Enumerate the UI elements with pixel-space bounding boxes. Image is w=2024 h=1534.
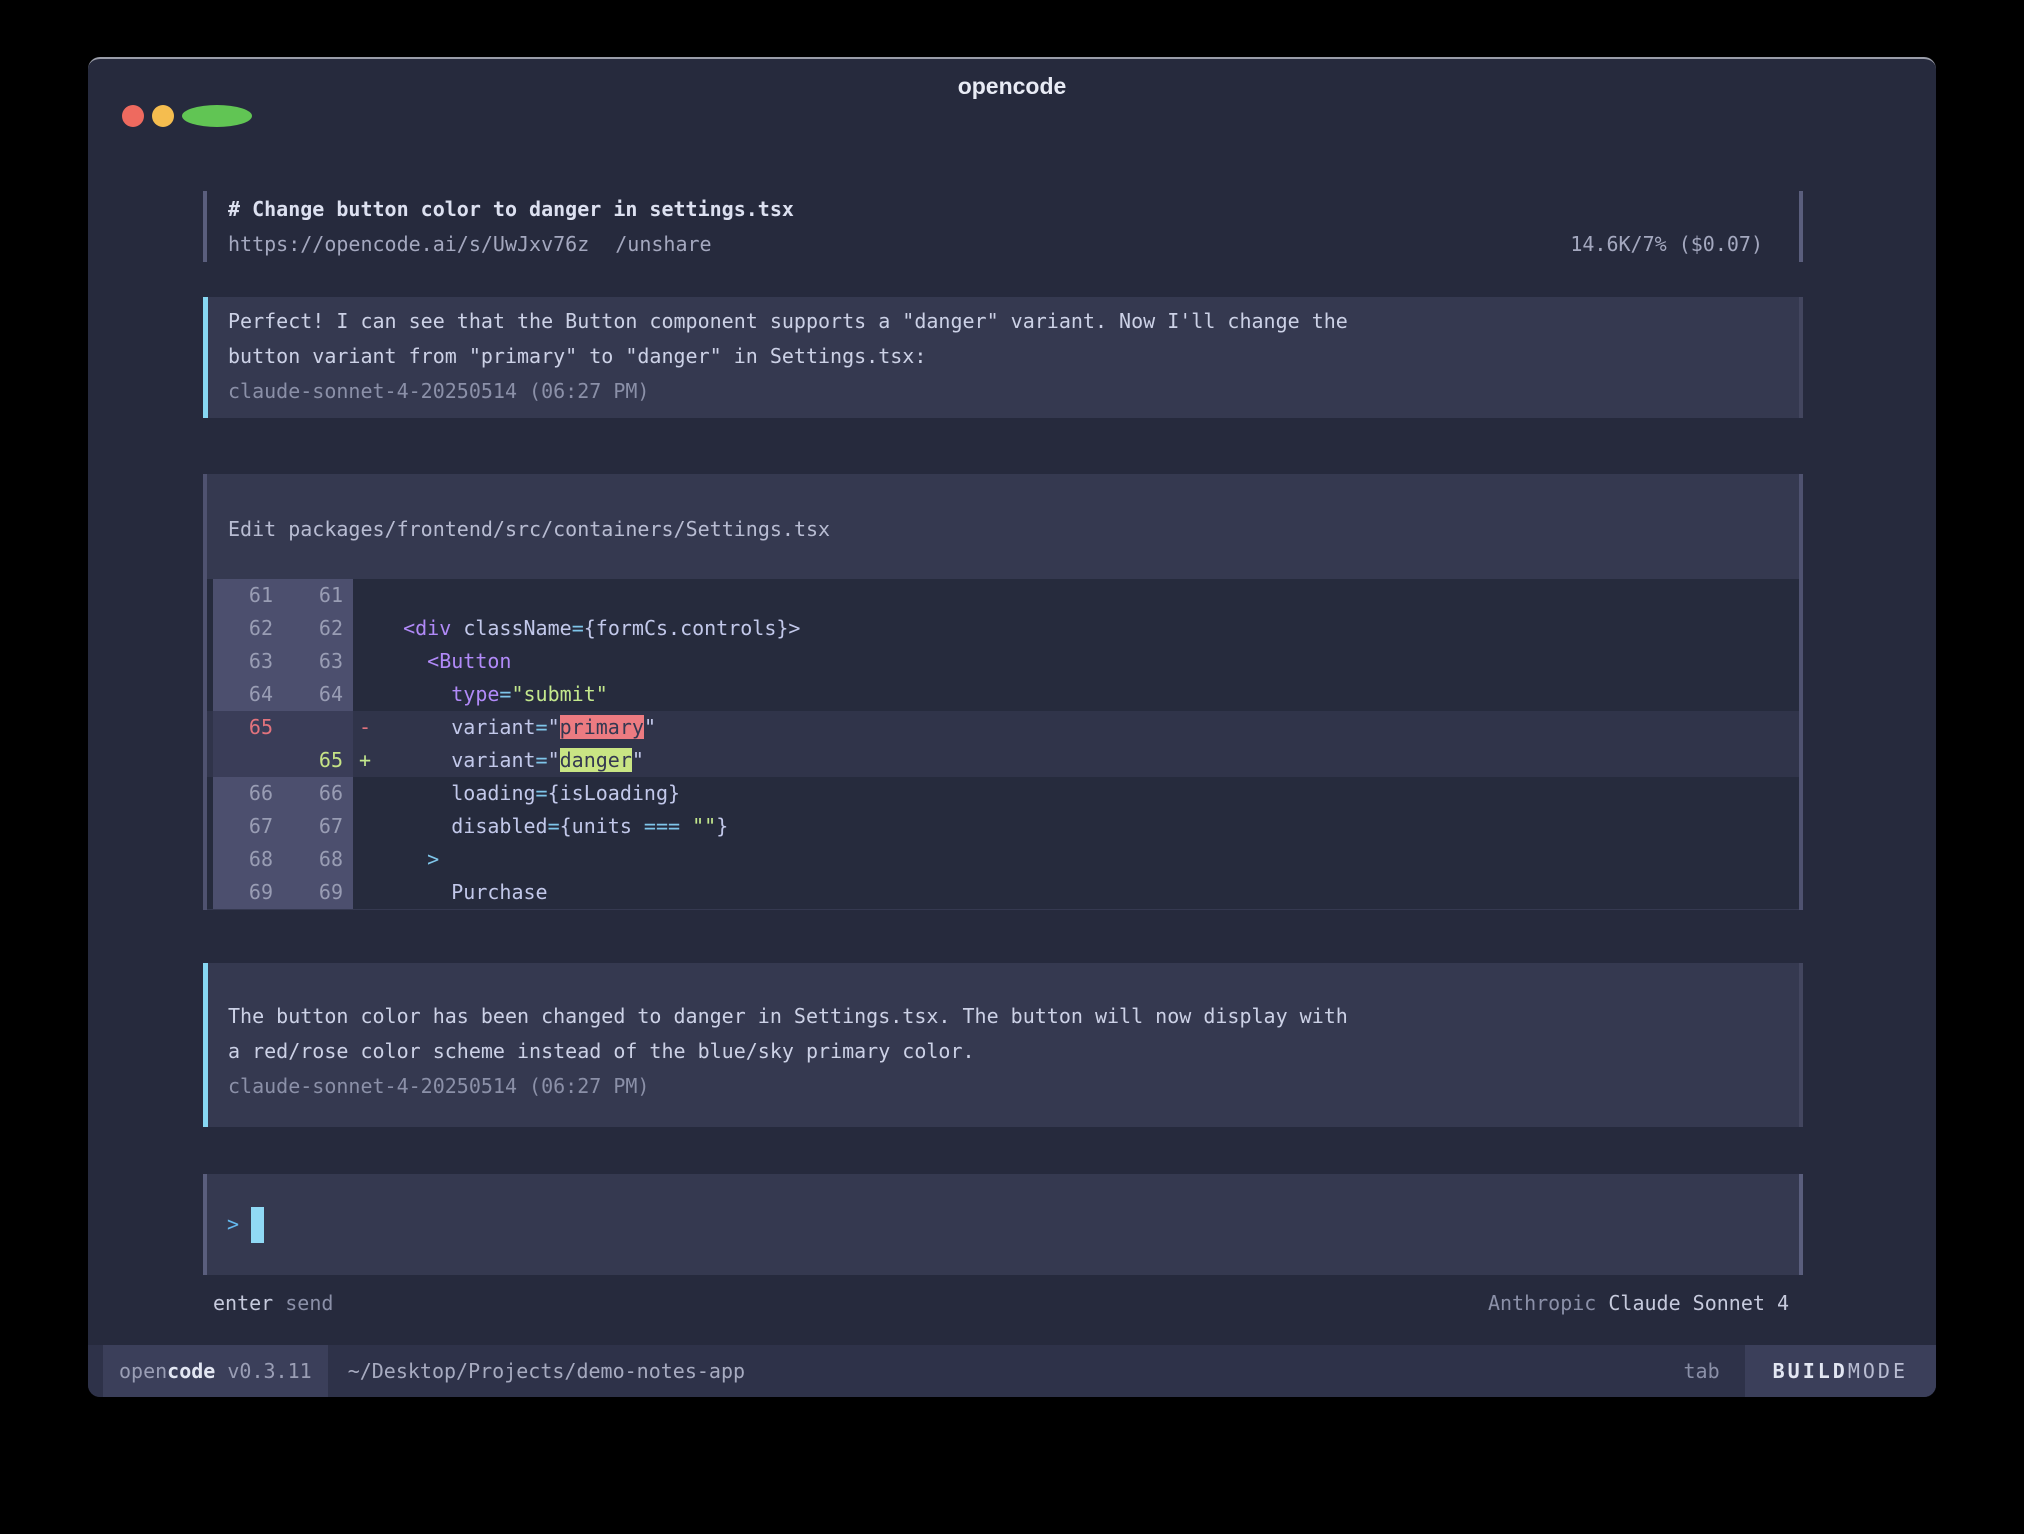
diff-marker: [353, 612, 379, 645]
share-url-link[interactable]: https://opencode.ai/s/UwJxv76z: [228, 227, 589, 262]
model-indicator: Anthropic Claude Sonnet 4: [1488, 1286, 1789, 1321]
text-cursor: [251, 1207, 264, 1243]
diff-marker: [353, 579, 379, 612]
message-meta: claude-sonnet-4-20250514 (06:27 PM): [228, 374, 1779, 409]
diff-marker: -: [353, 711, 379, 744]
opencode-window: opencode # Change button color to danger…: [88, 57, 1936, 1397]
hint-row: enter send Anthropic Claude Sonnet 4: [203, 1286, 1803, 1321]
old-line-number: [213, 744, 283, 777]
code-line: variant="primary": [379, 711, 656, 744]
tab-key-hint: tab: [1683, 1345, 1719, 1397]
old-line-number: 63: [213, 645, 283, 678]
new-line-number: 66: [283, 777, 353, 810]
prompt-chevron: >: [227, 1207, 239, 1242]
diff-marker: [353, 876, 379, 909]
new-line-number: 64: [283, 678, 353, 711]
diff-marker: [353, 843, 379, 876]
status-bar: opencode v0.3.11 ~/Desktop/Projects/demo…: [88, 1345, 1936, 1397]
enter-hint: enter send: [213, 1286, 333, 1321]
old-line-number: 61: [213, 579, 283, 612]
diff-row: 6767 disabled={units === ""}: [207, 810, 1799, 843]
diff-row: 6262 <div className={formCs.controls}>: [207, 612, 1799, 645]
old-line-number: 66: [213, 777, 283, 810]
code-line: <div className={formCs.controls}>: [379, 612, 800, 645]
edit-tool-title: Edit packages/frontend/src/containers/Se…: [207, 474, 1799, 547]
zoom-button[interactable]: [182, 105, 252, 127]
message-line: button variant from "primary" to "danger…: [228, 339, 1779, 374]
new-line-number: 67: [283, 810, 353, 843]
diff-row: 65+ variant="danger": [207, 744, 1799, 777]
new-line-number: 63: [283, 645, 353, 678]
new-line-number: 68: [283, 843, 353, 876]
window-title: opencode: [88, 73, 1936, 100]
unshare-command[interactable]: /unshare: [615, 227, 711, 262]
code-line: loading={isLoading}: [379, 777, 680, 810]
minimize-button[interactable]: [152, 105, 174, 127]
edit-file-path: packages/frontend/src/containers/Setting…: [288, 517, 830, 541]
diff-row: 6464 type="submit": [207, 678, 1799, 711]
message-line: a red/rose color scheme instead of the b…: [228, 1034, 1779, 1069]
code-line: >: [379, 843, 439, 876]
diff-row: 6969 Purchase: [207, 876, 1799, 909]
session-title: # Change button color to danger in setti…: [228, 192, 1799, 227]
message-meta: claude-sonnet-4-20250514 (06:27 PM): [228, 1069, 1779, 1104]
old-line-number: 62: [213, 612, 283, 645]
diff-row: 6868 >: [207, 843, 1799, 876]
diff-marker: +: [353, 744, 379, 777]
diff-row: 6161: [207, 579, 1799, 612]
mode-segment: BUILD MODE: [1745, 1345, 1936, 1397]
window-titlebar: opencode: [88, 59, 1936, 159]
message-line: The button color has been changed to dan…: [228, 999, 1779, 1034]
old-line-number: 68: [213, 843, 283, 876]
code-line: variant="danger": [379, 744, 644, 777]
old-line-number: 65: [213, 711, 283, 744]
new-line-number: 62: [283, 612, 353, 645]
new-line-number: 69: [283, 876, 353, 909]
prompt-input[interactable]: >: [203, 1174, 1803, 1275]
code-line: type="submit": [379, 678, 608, 711]
old-line-number: 69: [213, 876, 283, 909]
app-version-segment: opencode v0.3.11: [103, 1345, 328, 1397]
diff-row: 6666 loading={isLoading}: [207, 777, 1799, 810]
token-usage: 14.6K/7% ($0.07): [1570, 227, 1763, 262]
diff-marker: [353, 810, 379, 843]
working-directory: ~/Desktop/Projects/demo-notes-app: [348, 1345, 745, 1397]
edit-tool-block: Edit packages/frontend/src/containers/Se…: [203, 474, 1803, 910]
diff-marker: [353, 678, 379, 711]
edit-label: Edit: [228, 517, 276, 541]
diff-table: 61616262 <div className={formCs.controls…: [207, 579, 1799, 909]
new-line-number: 65: [283, 744, 353, 777]
diff-row: 6363 <Button: [207, 645, 1799, 678]
diff-row: 65 - variant="primary": [207, 711, 1799, 744]
assistant-message: Perfect! I can see that the Button compo…: [203, 297, 1803, 418]
message-line: Perfect! I can see that the Button compo…: [228, 304, 1779, 339]
code-line: disabled={units === ""}: [379, 810, 728, 843]
old-line-number: 67: [213, 810, 283, 843]
session-header: # Change button color to danger in setti…: [203, 191, 1803, 262]
new-line-number: [283, 711, 353, 744]
new-line-number: 61: [283, 579, 353, 612]
code-line: <Button: [379, 645, 511, 678]
assistant-message: The button color has been changed to dan…: [203, 963, 1803, 1127]
close-button[interactable]: [122, 105, 144, 127]
old-line-number: 64: [213, 678, 283, 711]
code-line: Purchase: [379, 876, 548, 909]
diff-marker: [353, 645, 379, 678]
diff-marker: [353, 777, 379, 810]
